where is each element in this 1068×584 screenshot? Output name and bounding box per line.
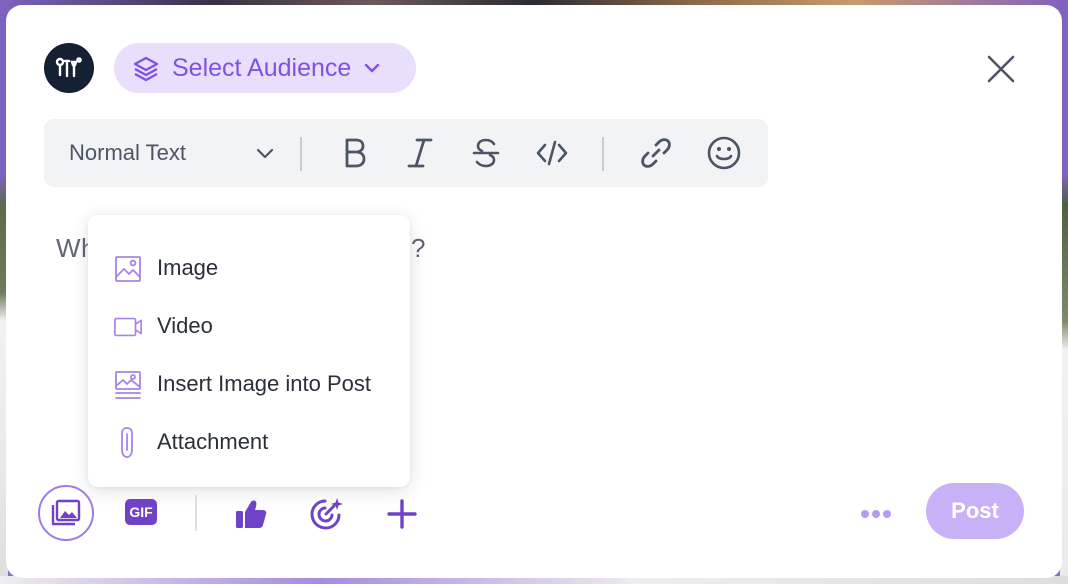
plus-icon: [387, 499, 417, 529]
target-sparkle-icon: [310, 498, 343, 530]
reaction-button[interactable]: [232, 495, 270, 533]
toolbar-divider: [300, 137, 302, 171]
text-style-label: Normal Text: [69, 140, 186, 165]
image-icon: [113, 254, 143, 284]
italic-button[interactable]: [400, 133, 440, 173]
tools-logo-icon: [55, 57, 82, 78]
ellipsis-icon: [861, 510, 891, 518]
menu-item-label: Insert Image into Post: [157, 371, 371, 396]
link-icon: [641, 138, 671, 168]
strikethrough-icon: [472, 138, 500, 168]
chevron-down-icon: [256, 148, 274, 159]
footer-divider: [195, 495, 197, 531]
composer-placeholder-end: ?: [411, 233, 426, 263]
close-button[interactable]: [983, 51, 1019, 87]
gif-button[interactable]: GIF: [121, 495, 161, 529]
avatar[interactable]: [44, 43, 94, 93]
link-button[interactable]: [636, 133, 676, 173]
formatting-toolbar: Normal Text: [44, 119, 768, 187]
create-post-modal: Select Audience Normal Text Wh ? Image V…: [6, 5, 1062, 578]
insert-image-icon: [113, 370, 143, 400]
strikethrough-button[interactable]: [466, 133, 506, 173]
code-button[interactable]: [532, 133, 572, 173]
menu-item-label: Video: [157, 313, 213, 338]
select-audience-label: Select Audience: [172, 53, 352, 82]
gif-label: GIF: [129, 504, 153, 520]
text-style-select[interactable]: Normal Text: [69, 119, 279, 187]
chevron-down-icon: [365, 63, 380, 73]
photo-gallery-icon: [51, 499, 81, 526]
menu-item-label: Attachment: [157, 429, 269, 454]
menu-item-video[interactable]: Video: [88, 301, 410, 351]
menu-item-insert-image[interactable]: Insert Image into Post: [88, 359, 410, 409]
select-audience-button[interactable]: Select Audience: [114, 43, 416, 93]
smiley-icon: [707, 136, 741, 170]
toolbar-divider: [602, 137, 604, 171]
paperclip-icon: [113, 427, 143, 458]
goal-button[interactable]: [307, 495, 345, 533]
more-options-button[interactable]: [856, 499, 896, 529]
code-icon: [536, 140, 568, 166]
post-button[interactable]: Post: [926, 483, 1024, 539]
close-icon: [987, 55, 1015, 83]
thumbs-up-icon: [236, 500, 267, 528]
italic-icon: [407, 138, 433, 168]
attach-menu: Image Video Insert Image into Post Attac…: [88, 215, 410, 487]
bold-button[interactable]: [334, 133, 374, 173]
video-icon: [113, 312, 143, 342]
media-button[interactable]: [38, 485, 94, 541]
bold-icon: [345, 138, 366, 168]
layers-icon: [133, 56, 159, 82]
menu-item-label: Image: [157, 255, 219, 280]
emoji-button[interactable]: [704, 133, 744, 173]
menu-item-attachment[interactable]: Attachment: [88, 417, 410, 467]
add-more-button[interactable]: [383, 495, 421, 533]
menu-item-image[interactable]: Image: [88, 243, 410, 293]
